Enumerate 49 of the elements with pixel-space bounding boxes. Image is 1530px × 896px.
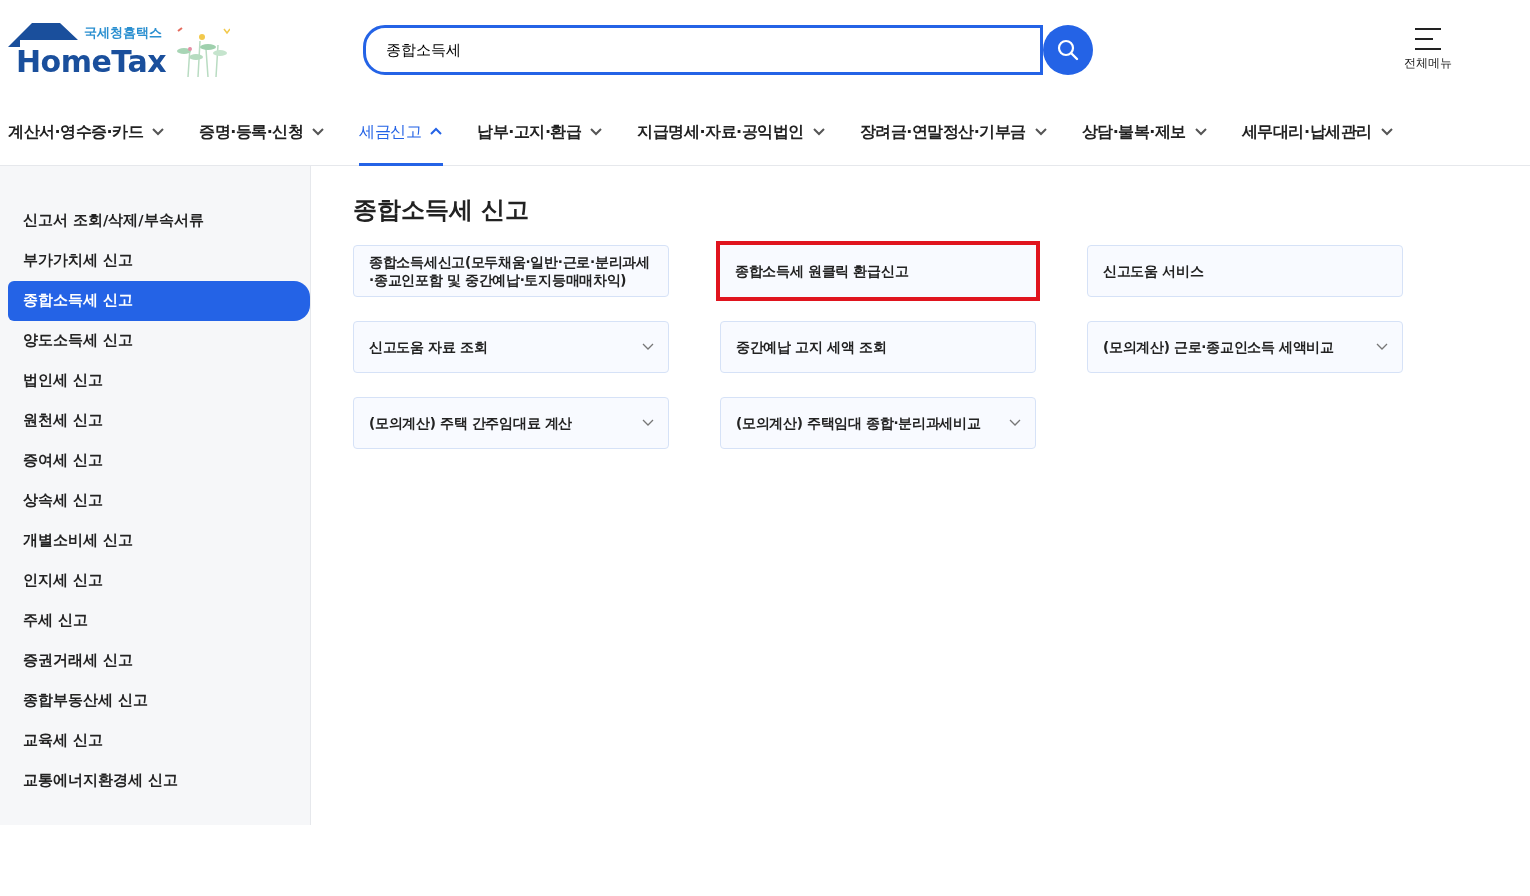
sidebar-item[interactable]: 교통에너지환경세 신고 bbox=[8, 761, 310, 801]
menu-card[interactable]: (모의계산) 근로·종교인소득 세액비교 bbox=[1087, 320, 1403, 373]
menu-button[interactable]: 전체메뉴 bbox=[1398, 27, 1458, 73]
nav-tab[interactable]: 납부·고지·환급 bbox=[477, 100, 604, 166]
chevron-down-icon bbox=[811, 126, 826, 137]
page-title: 종합소득세 신고 bbox=[353, 196, 531, 225]
menu-card[interactable]: 종합소득세신고(모두채움·일반·근로·분리과세·종교인포함 및 중간예납·토지등매매차익) bbox=[353, 244, 669, 297]
sidebar-item[interactable]: 신고서 조회/삭제/부속서류 bbox=[8, 201, 310, 241]
sidebar-item[interactable]: 양도소득세 신고 bbox=[8, 321, 310, 361]
sidebar-item[interactable]: 인지세 신고 bbox=[8, 561, 310, 601]
chevron-down-icon bbox=[151, 126, 166, 137]
sidebar-item[interactable]: 교육세 신고 bbox=[8, 721, 310, 761]
sidebar-item[interactable]: 종합소득세 신고 bbox=[8, 281, 310, 321]
sidebar-item[interactable]: 개별소비세 신고 bbox=[8, 521, 310, 561]
house-logo-icon bbox=[8, 23, 80, 47]
menu-card[interactable]: 신고도움 자료 조회 bbox=[353, 320, 669, 373]
search-button[interactable] bbox=[1043, 25, 1093, 75]
nav-tab[interactable]: 장려금·연말정산·기부금 bbox=[859, 100, 1048, 166]
sidebar-item[interactable]: 상속세 신고 bbox=[8, 481, 310, 521]
chevron-up-icon bbox=[429, 126, 444, 137]
logo-subtitle: 국세청홈택스 bbox=[84, 26, 162, 39]
search-field[interactable]: 종합소득세 bbox=[363, 25, 1043, 75]
chevron-down-icon bbox=[1193, 126, 1208, 137]
menu-card[interactable]: 신고도움 서비스 bbox=[1087, 244, 1403, 297]
sidebar-item[interactable]: 원천세 신고 bbox=[8, 401, 310, 441]
nav-tab[interactable]: 세금신고 bbox=[359, 100, 444, 166]
sidebar-item[interactable]: 증권거래세 신고 bbox=[8, 641, 310, 681]
menu-icon bbox=[1415, 28, 1441, 50]
sidebar-item[interactable]: 증여세 신고 bbox=[8, 441, 310, 481]
logo-wordmark: HomeTax bbox=[16, 47, 166, 77]
chevron-down-icon bbox=[1379, 126, 1394, 137]
menu-card[interactable]: (모의계산) 주택 간주임대료 계산 bbox=[353, 396, 669, 449]
search-icon bbox=[1056, 38, 1080, 62]
sidebar-item[interactable]: 법인세 신고 bbox=[8, 361, 310, 401]
chevron-down-icon bbox=[311, 126, 326, 137]
menu-card[interactable]: 종합소득세 원클릭 환급신고 bbox=[716, 240, 1040, 301]
chevron-down-icon bbox=[1033, 126, 1048, 137]
nav-tab[interactable]: 증명·등록·신청 bbox=[199, 100, 326, 166]
nav-tab[interactable]: 상담·불복·제보 bbox=[1081, 100, 1208, 166]
chevron-down-icon bbox=[589, 126, 604, 137]
sidebar-item[interactable]: 주세 신고 bbox=[8, 601, 310, 641]
flower-drawing bbox=[174, 27, 230, 77]
nav-tab[interactable]: 세무대리·납세관리 bbox=[1241, 100, 1394, 166]
menu-card[interactable]: (모의계산) 주택임대 종합·분리과세비교 bbox=[720, 396, 1036, 449]
nav-tab[interactable]: 지급명세·자료·공익법인 bbox=[637, 100, 826, 166]
menu-card[interactable]: 중간예납 고지 세액 조회 bbox=[720, 320, 1036, 373]
sidebar-item[interactable]: 종합부동산세 신고 bbox=[8, 681, 310, 721]
nav-tab[interactable]: 계산서·영수증·카드 bbox=[8, 100, 166, 166]
sidebar-item[interactable]: 부가가치세 신고 bbox=[8, 241, 310, 281]
